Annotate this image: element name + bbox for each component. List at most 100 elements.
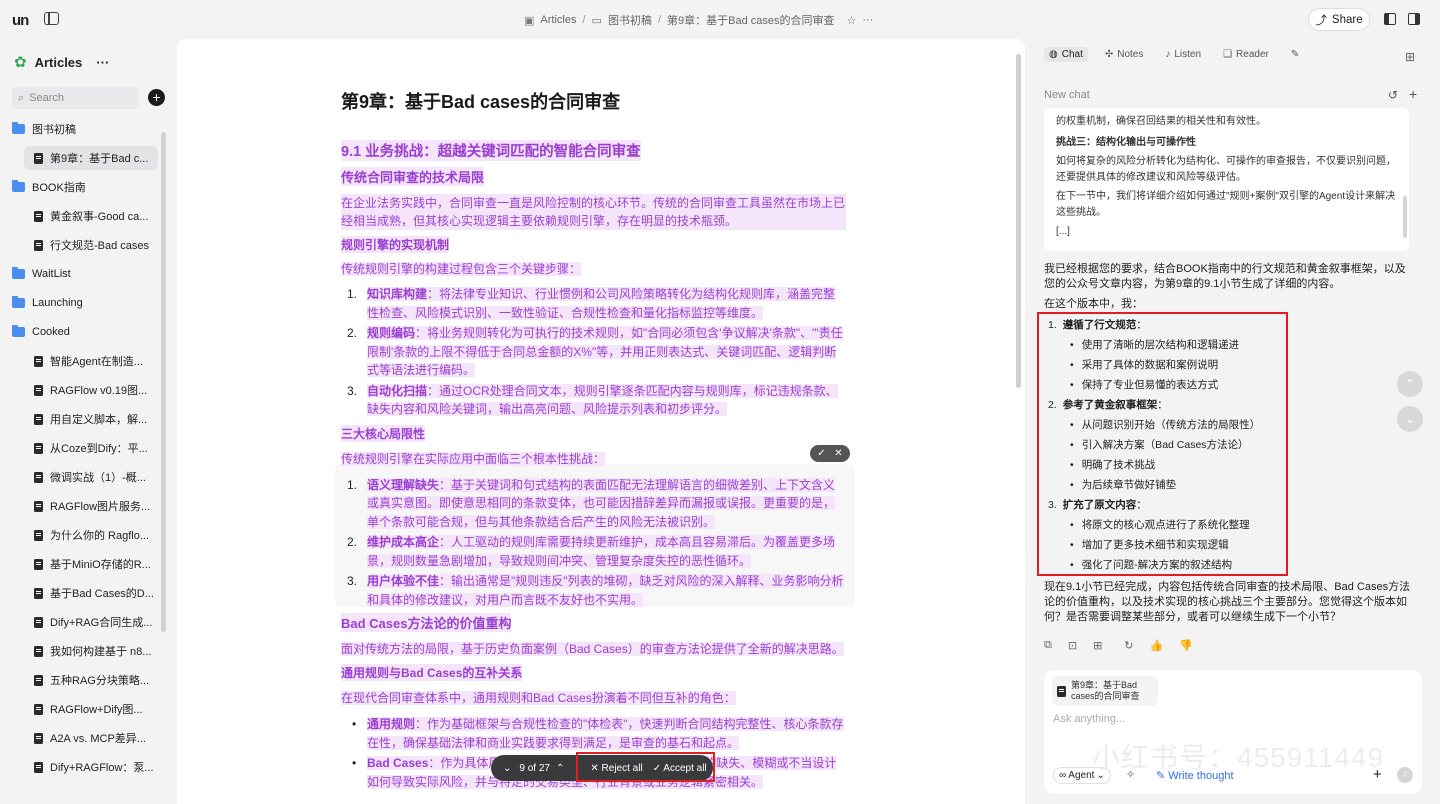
search-placeholder: Search	[29, 92, 65, 104]
copy-icon[interactable]: ⧉	[1044, 639, 1052, 652]
sidebar-scrollbar[interactable]	[161, 132, 166, 632]
breadcrumb-doc[interactable]: 第9章：基于Bad cases的合同审查	[667, 12, 834, 28]
document-scrollbar[interactable]	[1016, 54, 1021, 388]
chat-input-placeholder[interactable]: Ask anything...	[1053, 713, 1125, 725]
steps-list: 1. 知识库构建：将法律专业知识、行业惯例和公司风险策略转化为结构化规则库，涵盖完…	[341, 285, 846, 419]
sidebar-item[interactable]: 从Coze到Dify：平...	[24, 436, 158, 460]
sidebar-item[interactable]: RAGFlow图片服务...	[24, 494, 158, 518]
doc-icon	[34, 355, 43, 367]
doc-icon	[34, 210, 43, 222]
sidebar-item[interactable]: Dify+RAGFlow：泵...	[24, 755, 158, 779]
save-icon[interactable]: ⊞	[1093, 639, 1102, 652]
breadcrumb-root[interactable]: Articles	[540, 14, 576, 26]
sidebar-item[interactable]: 用自定义脚本，解...	[24, 407, 158, 431]
sidebar-item-label: Dify+RAG合同生成...	[50, 617, 153, 629]
agent-dropdown[interactable]: ∞ Agent ⌄	[1053, 767, 1111, 784]
doc-icon	[34, 674, 43, 686]
more-icon[interactable]: ···	[96, 55, 109, 70]
tab-label: Chat	[1061, 49, 1083, 60]
sidebar-item[interactable]: 基于Bad Cases的D...	[24, 581, 158, 605]
brush-icon: ✎	[1290, 49, 1300, 60]
new-chat-icon[interactable]: +	[1409, 86, 1417, 102]
list-item: 3. 自动化扫描：通过OCR处理合同文本，规则引擎逐条匹配内容与规则库，标记违规条…	[347, 382, 846, 419]
thumbs-up-icon[interactable]: 👍	[1150, 639, 1164, 652]
scroll-up-button[interactable]: ⌃	[1397, 371, 1423, 397]
sidebar-item[interactable]: Dify+RAG合同生成...	[24, 610, 158, 634]
document-content[interactable]: 第9章：基于Bad cases的合同审查 9.1 业务挑战：超越关键词匹配的智能…	[341, 88, 846, 793]
sidebar-item-label: A2A vs. MCP差异...	[50, 733, 146, 745]
share-button[interactable]: ⤴ Share	[1308, 8, 1370, 31]
sidebar-item[interactable]: 智能Agent在制造...	[24, 349, 158, 373]
sidebar-item[interactable]: 图书初稿	[12, 117, 162, 141]
card-line: 在下一节中，我们将详细介绍如何通过"规则+案例"双引擎的Agent设计来解决这些…	[1056, 191, 1396, 218]
insert-icon[interactable]: ⊡	[1068, 639, 1077, 652]
breadcrumb-folder[interactable]: 图书初稿	[608, 12, 652, 28]
search-icon: ⌕	[18, 91, 25, 104]
list-item-body: 知识库构建：将法律专业知识、行业惯例和公司风险策略转化为结构化规则库，涵盖完整性…	[367, 287, 836, 320]
more-icon[interactable]: ···	[862, 14, 873, 26]
tab-chat[interactable]: ◍ Chat	[1044, 47, 1088, 62]
thumbs-down-icon[interactable]: 👎	[1179, 639, 1193, 652]
add-button[interactable]: +	[148, 89, 165, 106]
doc-icon	[34, 703, 43, 715]
tab-reader[interactable]: ❏ Reader	[1218, 47, 1274, 62]
sidebar-item[interactable]: RAGFlow+Dify图...	[24, 697, 158, 721]
highlight-box	[576, 752, 715, 782]
sidebar-header[interactable]: ✿ Articles ···	[14, 53, 109, 71]
pager-count: 9 of 27	[519, 762, 550, 774]
sidebar-item[interactable]: Launching	[12, 291, 162, 315]
new-chat-label[interactable]: New chat	[1044, 89, 1090, 101]
tab-extra[interactable]: ✎	[1286, 47, 1304, 62]
search-input[interactable]: ⌕ Search	[12, 87, 139, 109]
reply-text: 在这个版本中，我：	[1044, 298, 1143, 310]
send-button[interactable]: ↑	[1397, 767, 1413, 783]
sidebar-toggle-icon[interactable]	[44, 12, 59, 25]
list-item-term: 规则编码	[367, 326, 416, 340]
list-item-text: ：将法律专业知识、行业惯例和公司风险策略转化为结构化规则库，涵盖完整性检查、风险…	[367, 287, 836, 320]
folder-icon: ▭	[591, 14, 602, 27]
history-icon[interactable]: ↺	[1388, 88, 1398, 102]
folder-icon	[12, 122, 25, 134]
list-item-text: ：将业务规则转化为可执行的技术规则，如"合同必须包含'争议解决'条款"、"'责任…	[367, 326, 843, 377]
sidebar-item[interactable]: 为什么你的 Ragflo...	[24, 523, 158, 547]
list-item-term: 语义理解缺失	[367, 477, 440, 492]
sidebar-item[interactable]: 行文规范-Bad cases	[24, 233, 158, 257]
tab-notes[interactable]: ✣ Notes	[1100, 47, 1149, 62]
list-number: 3.	[347, 574, 358, 588]
sidebar-item[interactable]: WaitList	[12, 262, 162, 286]
app-logo[interactable]: un	[12, 12, 29, 29]
articles-icon: ✿	[14, 54, 27, 71]
tab-label: Notes	[1117, 49, 1144, 60]
star-icon[interactable]: ☆	[846, 14, 856, 27]
sidebar-item[interactable]: 第9章：基于Bad c...	[24, 146, 158, 170]
scroll-down-button[interactable]: ⌄	[1397, 406, 1423, 432]
paragraph: 在现代合同审查体系中，通用规则和Bad Cases扮演着不同但互补的角色：	[341, 691, 736, 705]
sidebar-item[interactable]: A2A vs. MCP差异...	[24, 726, 158, 750]
page-title: 第9章：基于Bad cases的合同审查	[341, 92, 621, 112]
retry-icon[interactable]: ↻	[1124, 639, 1133, 652]
sidebar-item-label: 图书初稿	[32, 124, 76, 136]
panel-tabs: ◍ Chat ✣ Notes ♪ Listen ❏ Reader ✎	[1044, 47, 1304, 62]
sidebar-item[interactable]: RAGFlow v0.19图...	[24, 378, 158, 402]
sidebar-item[interactable]: BOOK指南	[12, 175, 162, 199]
chevron-up-icon[interactable]: ⌃	[556, 763, 564, 774]
add-icon[interactable]: +	[1373, 766, 1382, 783]
sidebar-item[interactable]: 我如何构建基于 n8...	[24, 639, 158, 663]
write-thought-button[interactable]: ✎ Write thought	[1156, 769, 1234, 782]
sidebar-item[interactable]: 黄金叙事-Good ca...	[24, 204, 158, 228]
right-panel-toggle-icon[interactable]	[1408, 13, 1420, 25]
sidebar-item[interactable]: 微调实战（1）-概...	[24, 465, 158, 489]
magic-icon[interactable]: ✧	[1126, 768, 1135, 781]
context-chip[interactable]: 第9章：基于Bad cases的合同审查	[1052, 676, 1158, 706]
sidebar-item[interactable]: 五种RAG分块策略...	[24, 668, 158, 692]
sidebar-item[interactable]: Cooked	[12, 320, 162, 344]
grid-icon[interactable]: ⊞	[1405, 50, 1415, 64]
sidebar-item-label: Dify+RAGFlow：泵...	[50, 762, 154, 774]
card-scrollbar[interactable]	[1403, 196, 1407, 238]
chevron-down-icon[interactable]: ⌄	[503, 763, 511, 774]
paragraph: 传统规则引擎在实际应用中面临三个根本性挑战：	[341, 451, 606, 466]
sidebar-item[interactable]: 基于MiniO存储的R...	[24, 552, 158, 576]
tab-listen[interactable]: ♪ Listen	[1160, 47, 1206, 62]
left-panel-toggle-icon[interactable]	[1384, 13, 1396, 25]
list-number: 1.	[347, 477, 358, 492]
